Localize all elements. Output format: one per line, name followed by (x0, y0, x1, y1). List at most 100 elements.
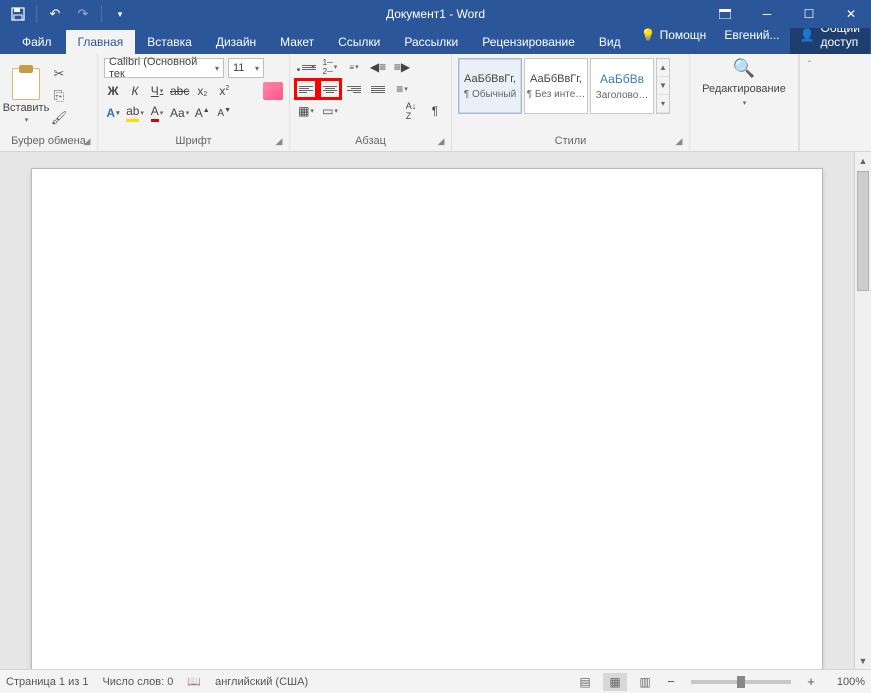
paragraph-launcher[interactable]: ◢ (435, 135, 447, 147)
show-marks-button[interactable]: ¶ (425, 102, 445, 120)
underline-button[interactable]: Ч▾ (148, 82, 166, 100)
grow-font-button[interactable]: A▲ (193, 104, 211, 122)
group-label: Шрифт (104, 133, 283, 149)
clear-formatting-button[interactable] (263, 82, 283, 100)
redo-button[interactable]: ↷ (71, 2, 95, 26)
close-button[interactable]: ✕ (831, 1, 871, 27)
highlight-button[interactable]: ab▾ (126, 104, 144, 122)
window-title: Документ1 - Word (386, 7, 485, 21)
align-center-button[interactable] (320, 80, 340, 98)
qat-customize-button[interactable]: ▾ (108, 2, 132, 26)
group-styles: АаБбВвГг, ¶ Обычный АаБбВвГг, ¶ Без инте… (452, 54, 690, 151)
tab-references[interactable]: Ссылки (326, 30, 392, 54)
zoom-level[interactable]: 100% (825, 676, 865, 688)
change-case-button[interactable]: Aa▾ (170, 104, 189, 122)
ribbon-tab-strip: Файл Главная Вставка Дизайн Макет Ссылки… (0, 28, 871, 54)
window-controls: ─ ☐ ✕ (705, 1, 871, 27)
user-account[interactable]: Евгений... (716, 28, 787, 42)
zoom-slider[interactable] (691, 680, 791, 684)
align-left-button[interactable] (296, 80, 316, 98)
bold-button[interactable]: Ж (104, 82, 122, 100)
document-area: ▲ ▼ (0, 152, 871, 669)
group-clipboard: Вставить ▾ ✂ ⎘ 🖌 Буфер обмена ◢ (0, 54, 98, 151)
group-font: Calibri (Основной тек▾ 11▾ Ж К Ч▾ abc x2… (98, 54, 290, 151)
spellcheck-icon[interactable]: 📖 (187, 675, 201, 688)
editing-menu-button[interactable]: 🔍 Редактирование ▾ (696, 58, 792, 107)
collapse-ribbon-button[interactable]: ˆ (799, 54, 819, 151)
multilevel-list-button[interactable]: ≡▾ (344, 58, 364, 76)
justify-button[interactable] (368, 80, 388, 98)
increase-indent-button[interactable]: ≡▶ (392, 58, 412, 76)
group-editing: 🔍 Редактирование ▾ (690, 54, 799, 151)
clipboard-icon (12, 68, 40, 100)
document-viewport[interactable] (0, 152, 854, 669)
scroll-down-button[interactable]: ▼ (855, 652, 871, 669)
tab-mailings[interactable]: Рассылки (392, 30, 470, 54)
ribbon-display-button[interactable] (705, 1, 745, 27)
style-heading1[interactable]: АаБбВв Заголово… (590, 58, 654, 114)
font-name-combo[interactable]: Calibri (Основной тек▾ (104, 58, 224, 78)
lightbulb-icon: 💡 (641, 28, 656, 42)
clipboard-launcher[interactable]: ◢ (81, 135, 93, 147)
tab-design[interactable]: Дизайн (204, 30, 268, 54)
page[interactable] (31, 168, 823, 669)
copy-button[interactable]: ⎘ (50, 88, 68, 104)
minimize-button[interactable]: ─ (747, 1, 787, 27)
scroll-thumb[interactable] (857, 171, 869, 291)
undo-button[interactable]: ↶ (43, 2, 67, 26)
quick-access-toolbar: ↶ ↷ ▾ (0, 2, 138, 26)
group-label: Стили (458, 133, 683, 149)
language-status[interactable]: английский (США) (215, 676, 308, 688)
styles-gallery-scroll[interactable]: ▲▼▾ (656, 58, 670, 114)
align-right-button[interactable] (344, 80, 364, 98)
vertical-scrollbar[interactable]: ▲ ▼ (854, 152, 871, 669)
zoom-in-button[interactable]: + (803, 674, 819, 689)
text-effects-button[interactable]: A▾ (104, 104, 122, 122)
print-layout-button[interactable]: ▦ (603, 673, 627, 691)
style-no-spacing[interactable]: АаБбВвГг, ¶ Без инте… (524, 58, 588, 114)
read-mode-button[interactable]: ▤ (573, 673, 597, 691)
group-label: Буфер обмена (6, 133, 91, 149)
word-count[interactable]: Число слов: 0 (102, 676, 173, 688)
font-launcher[interactable]: ◢ (273, 135, 285, 147)
shading-button[interactable]: ▦▾ (296, 102, 316, 120)
line-spacing-button[interactable]: ≡▾ (392, 80, 412, 98)
sort-button[interactable]: A↓Z (401, 102, 421, 120)
shrink-font-button[interactable]: A▼ (215, 104, 233, 122)
save-button[interactable] (6, 2, 30, 26)
tab-insert[interactable]: Вставка (135, 30, 204, 54)
bullets-button[interactable]: ▾ (296, 58, 316, 76)
tell-me-button[interactable]: 💡Помощн (633, 28, 715, 42)
web-layout-button[interactable]: ▥ (633, 673, 657, 691)
styles-launcher[interactable]: ◢ (673, 135, 685, 147)
strikethrough-button[interactable]: abc (170, 82, 189, 100)
title-bar: ↶ ↷ ▾ Документ1 - Word ─ ☐ ✕ (0, 0, 871, 28)
subscript-button[interactable]: x2 (193, 82, 211, 100)
borders-button[interactable]: ▭▾ (320, 102, 340, 120)
group-paragraph: ▾ 1─2─▾ ≡▾ ◀≡ ≡▶ ≡▾ ▦▾ ▭▾ A↓Z ¶ Абзац (290, 54, 452, 151)
zoom-out-button[interactable]: − (663, 674, 679, 689)
find-icon: 🔍 (733, 58, 755, 79)
font-color-button[interactable]: A▾ (148, 104, 166, 122)
status-bar: Страница 1 из 1 Число слов: 0 📖 английск… (0, 669, 871, 693)
superscript-button[interactable]: x2 (215, 82, 233, 100)
share-icon: 👤 (800, 28, 815, 42)
decrease-indent-button[interactable]: ◀≡ (368, 58, 388, 76)
font-size-combo[interactable]: 11▾ (228, 58, 264, 78)
cut-button[interactable]: ✂ (50, 66, 68, 82)
format-painter-button[interactable]: 🖌 (50, 110, 68, 126)
page-status[interactable]: Страница 1 из 1 (6, 676, 88, 688)
tab-review[interactable]: Рецензирование (470, 30, 587, 54)
tab-file[interactable]: Файл (8, 30, 66, 54)
ribbon: Вставить ▾ ✂ ⎘ 🖌 Буфер обмена ◢ Calibri … (0, 54, 871, 152)
paste-button[interactable]: Вставить ▾ (6, 58, 46, 133)
italic-button[interactable]: К (126, 82, 144, 100)
scroll-up-button[interactable]: ▲ (855, 152, 871, 169)
tab-home[interactable]: Главная (66, 30, 136, 54)
group-label: Абзац (296, 133, 445, 149)
tab-layout[interactable]: Макет (268, 30, 326, 54)
tab-view[interactable]: Вид (587, 30, 633, 54)
numbering-button[interactable]: 1─2─▾ (320, 58, 340, 76)
maximize-button[interactable]: ☐ (789, 1, 829, 27)
style-normal[interactable]: АаБбВвГг, ¶ Обычный (458, 58, 522, 114)
